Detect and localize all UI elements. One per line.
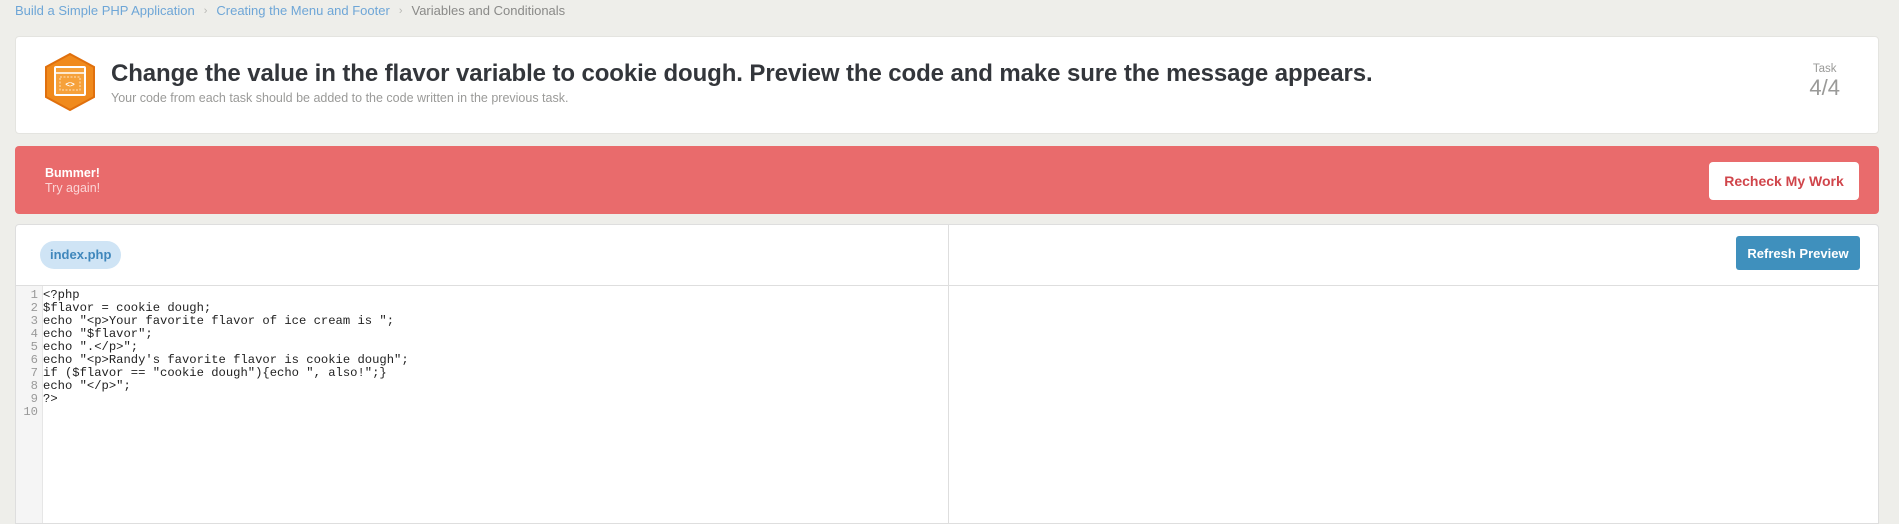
breadcrumb-separator-icon: › xyxy=(203,5,208,17)
alert-message: Try again! xyxy=(45,181,101,195)
task-card: <> Change the value in the flavor variab… xyxy=(15,36,1879,134)
breadcrumb-separator-icon: › xyxy=(398,5,403,17)
code-editor-panel: index.php Refresh Preview 1 <?php 2 $flavor… xyxy=(15,224,1879,524)
breadcrumb-item-stage[interactable]: Creating the Menu and Footer xyxy=(216,3,389,19)
line-number: 5 xyxy=(30,340,38,354)
breadcrumb-item-current: Variables and Conditionals xyxy=(411,3,566,18)
alert-title: Bummer! xyxy=(45,166,100,180)
line-number: 4 xyxy=(30,327,38,341)
task-title: Change the value in the flavor variable … xyxy=(111,60,1373,87)
line-number: 2 xyxy=(30,301,38,315)
svg-text:<>: <> xyxy=(65,80,75,89)
breadcrumb-item-course[interactable]: Build a Simple PHP Application xyxy=(15,3,195,19)
preview-pane xyxy=(949,286,1878,523)
code-window-hexagon-icon: <> xyxy=(43,52,97,112)
task-counter-value: 4/4 xyxy=(1809,75,1840,100)
code-line[interactable]: 4 echo "$flavor"; xyxy=(16,328,948,341)
code-line[interactable]: 3 echo "<p>Your favorite flavor of ice cr… xyxy=(16,315,948,328)
code-line[interactable]: 7 if ($flavor == "cookie dough"){echo ", … xyxy=(16,367,948,380)
code-line[interactable]: 10 xyxy=(16,406,948,419)
line-number: 6 xyxy=(30,353,38,367)
file-tab-index-php[interactable]: index.php xyxy=(40,241,122,269)
line-number: 8 xyxy=(30,379,38,393)
recheck-my-work-button[interactable]: Recheck My Work xyxy=(1709,162,1859,200)
line-number: 1 xyxy=(30,288,38,302)
refresh-preview-button[interactable]: Refresh Preview xyxy=(1736,236,1860,270)
code-line[interactable]: 9 ?> xyxy=(16,393,948,406)
code-line[interactable]: 8 echo "</p>"; xyxy=(16,380,948,393)
task-counter: Task 4/4 xyxy=(1809,63,1840,99)
line-number: 7 xyxy=(30,366,38,380)
line-number: 10 xyxy=(23,405,38,419)
task-counter-label: Task xyxy=(1812,63,1837,75)
breadcrumb: Build a Simple PHP Application › Creatin… xyxy=(15,3,565,19)
code-input[interactable]: 1 <?php 2 $flavor = cookie dough; 3 echo "<p>… xyxy=(16,289,948,419)
preview-header: Refresh Preview xyxy=(949,225,1878,286)
editor-header: index.php xyxy=(16,225,948,286)
code-text: ?> xyxy=(43,392,58,406)
task-subtitle: Your code from each task should be added… xyxy=(111,91,569,105)
error-alert: Bummer! Try again! Recheck My Work xyxy=(15,146,1879,214)
line-number: 3 xyxy=(30,314,38,328)
